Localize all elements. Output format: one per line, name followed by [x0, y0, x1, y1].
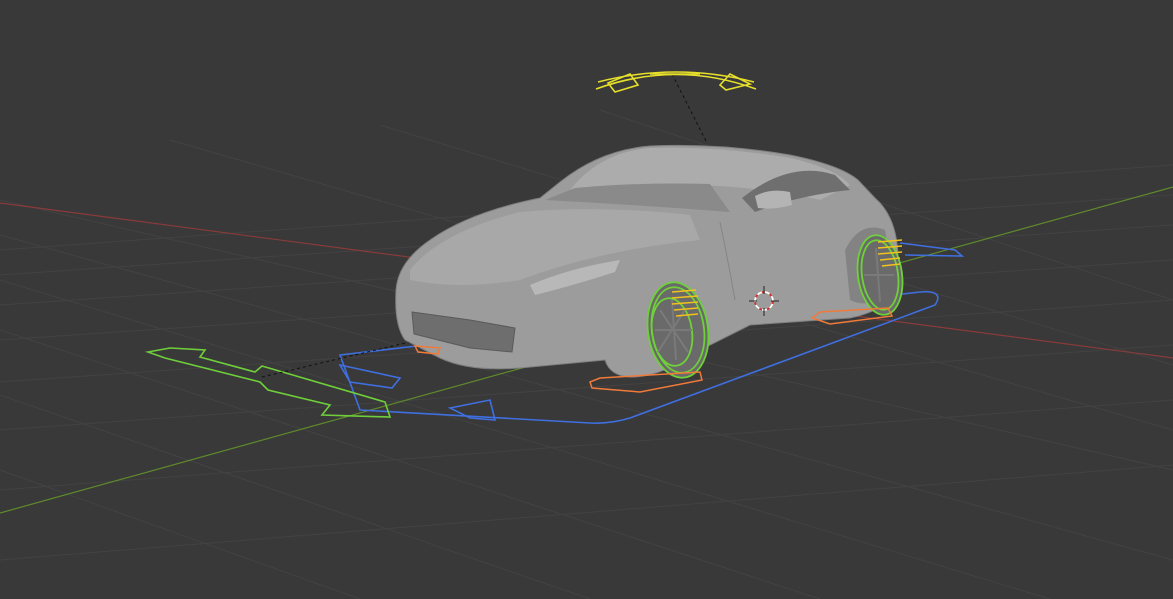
3d-viewport[interactable]: [0, 0, 1173, 599]
